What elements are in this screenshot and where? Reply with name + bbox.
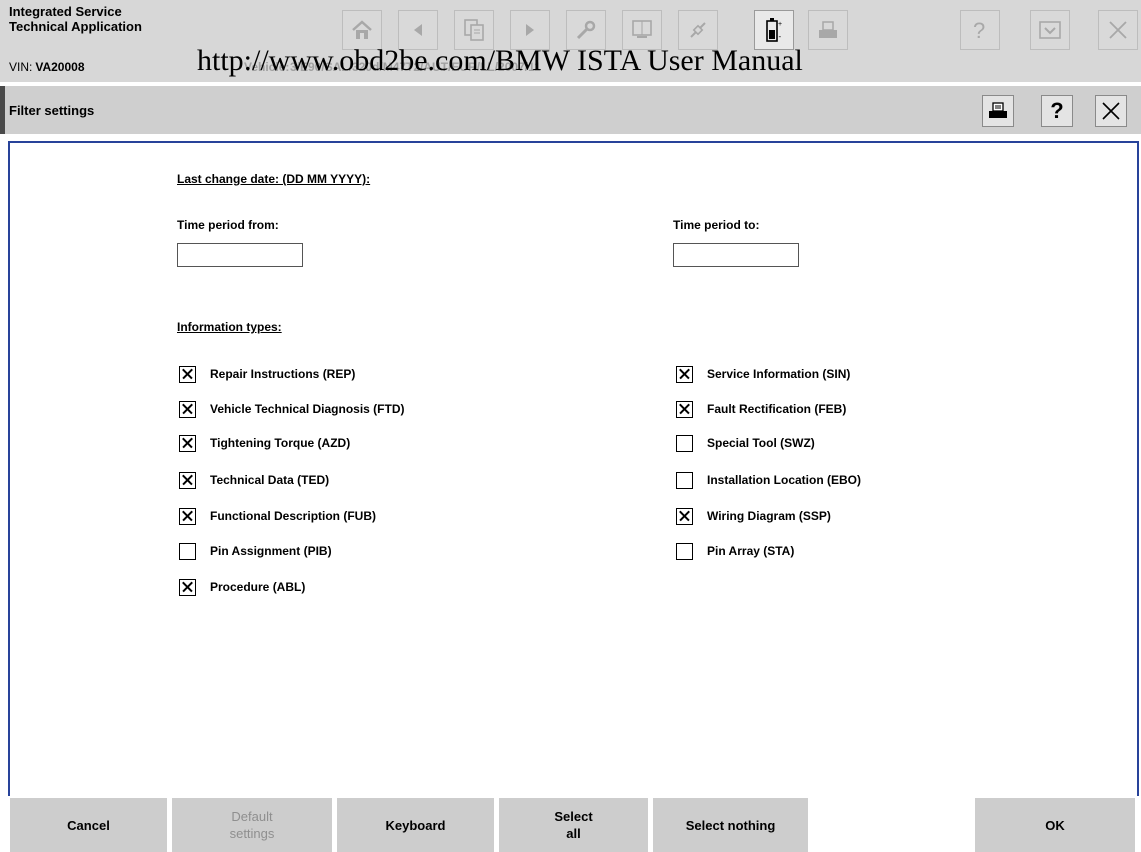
info-types-heading: Information types: <box>177 320 282 334</box>
select-all-button[interactable]: Select all <box>499 798 648 852</box>
battery-icon: +- <box>766 18 782 42</box>
checkbox-label: Special Tool (SWZ) <box>707 436 815 450</box>
checkbox[interactable] <box>179 434 196 452</box>
help-button[interactable]: ? <box>960 10 1000 50</box>
checkbox-label: Installation Location (EBO) <box>707 473 862 487</box>
forward-icon <box>526 24 534 36</box>
checkbox-item-feb[interactable]: Fault Rectification (FEB) <box>676 399 846 419</box>
back-icon <box>414 24 422 36</box>
checkbox[interactable] <box>676 400 693 418</box>
checkbox-label: Procedure (ABL) <box>210 580 306 594</box>
wrench-icon <box>576 20 596 40</box>
checkbox[interactable] <box>179 507 196 525</box>
checkbox-label: Wiring Diagram (SSP) <box>707 509 831 523</box>
minimize-icon <box>1039 21 1061 39</box>
checkbox-item-ted[interactable]: Technical Data (TED) <box>179 470 329 490</box>
svg-text:+: + <box>778 21 782 28</box>
cancel-button-label: Cancel <box>67 817 110 833</box>
select-all-label: Select all <box>554 808 592 842</box>
checkbox[interactable] <box>179 365 196 383</box>
app-title-line1: Integrated Service <box>9 4 122 19</box>
dialog-help-button[interactable]: ? <box>1041 95 1073 127</box>
vin-label: VIN: <box>9 60 33 74</box>
select-nothing-button[interactable]: Select nothing <box>653 798 808 852</box>
cancel-button[interactable]: Cancel <box>10 798 167 852</box>
close-icon <box>1109 21 1127 39</box>
checkbox-label: Pin Assignment (PIB) <box>210 544 332 558</box>
help-icon: ? <box>973 18 985 42</box>
vin-info: VIN: VA20008 <box>9 60 85 74</box>
default-settings-line2: settings <box>229 826 275 841</box>
checkbox-label: Tightening Torque (AZD) <box>210 436 351 450</box>
checkbox-label: Functional Description (FUB) <box>210 509 376 523</box>
checkbox-label: Service Information (SIN) <box>707 367 851 381</box>
checkbox-item-fub[interactable]: Functional Description (FUB) <box>179 506 376 526</box>
checkbox-label: Pin Array (STA) <box>707 544 795 558</box>
checkbox-label: Vehicle Technical Diagnosis (FTD) <box>210 402 405 416</box>
ok-button[interactable]: OK <box>975 798 1135 852</box>
print-icon <box>989 102 1007 118</box>
checkbox-item-ebo[interactable]: Installation Location (EBO) <box>676 470 861 490</box>
time-to-label: Time period to: <box>673 218 760 232</box>
checkbox[interactable] <box>179 400 196 418</box>
checkbox-label: Technical Data (TED) <box>210 473 330 487</box>
minimize-button[interactable] <box>1030 10 1070 50</box>
filter-settings-titlebar: Filter settings ? <box>0 86 1141 134</box>
watermark-text: http://www.obd2be.com/BMW ISTA User Manu… <box>197 44 803 77</box>
app-title-line2: Technical Application <box>9 19 142 34</box>
time-from-label: Time period from: <box>177 218 279 232</box>
keyboard-button[interactable]: Keyboard <box>337 798 494 852</box>
connection-icon <box>690 22 706 38</box>
date-section-heading: Last change date: (DD MM YYYY): <box>177 172 371 186</box>
checkbox[interactable] <box>179 578 196 596</box>
ok-button-label: OK <box>1045 817 1065 833</box>
default-settings-line1: Default <box>231 809 273 824</box>
select-all-line1: Select <box>554 809 593 824</box>
dialog-print-button[interactable] <box>982 95 1014 127</box>
dialog-close-button[interactable] <box>1095 95 1127 127</box>
checkbox[interactable] <box>179 542 196 560</box>
select-all-line2: all <box>566 826 581 841</box>
checkbox-item-rep[interactable]: Repair Instructions (REP) <box>179 364 355 384</box>
footer-button-bar: Cancel Default settings Keyboard Select al… <box>0 798 1141 852</box>
checkbox-item-swz[interactable]: Special Tool (SWZ) <box>676 433 815 453</box>
checkbox-label: Repair Instructions (REP) <box>210 367 356 381</box>
close-icon <box>1102 102 1120 120</box>
checkbox[interactable] <box>676 471 693 489</box>
home-icon <box>352 20 372 39</box>
svg-text:-: - <box>779 32 782 41</box>
checkbox[interactable] <box>676 365 693 383</box>
app-header: Integrated Service Technical Application… <box>0 0 1141 82</box>
time-from-input[interactable] <box>177 243 303 267</box>
checkbox[interactable] <box>676 542 693 560</box>
checkbox-item-ftd[interactable]: Vehicle Technical Diagnosis (FTD) <box>179 399 405 419</box>
checkbox[interactable] <box>179 471 196 489</box>
select-nothing-label: Select nothing <box>685 817 776 833</box>
time-to-input[interactable] <box>673 243 799 267</box>
checkbox[interactable] <box>676 507 693 525</box>
checkbox-item-ssp[interactable]: Wiring Diagram (SSP) <box>676 506 831 526</box>
checkbox-item-azd[interactable]: Tightening Torque (AZD) <box>179 433 350 453</box>
keyboard-button-label: Keyboard <box>385 817 446 833</box>
checkbox-label: Fault Rectification (FEB) <box>707 402 847 416</box>
default-settings-button[interactable]: Default settings <box>172 798 332 852</box>
checkbox-item-abl[interactable]: Procedure (ABL) <box>179 577 305 597</box>
checkbox-item-sta[interactable]: Pin Array (STA) <box>676 541 794 561</box>
checkbox[interactable] <box>676 434 693 452</box>
documents-icon <box>464 19 484 41</box>
print-button[interactable] <box>808 10 848 50</box>
svg-text:?: ? <box>973 18 985 42</box>
app-title: Integrated Service Technical Application <box>9 4 142 34</box>
checkbox-item-sin[interactable]: Service Information (SIN) <box>676 364 850 384</box>
help-icon: ? <box>1050 98 1064 123</box>
filter-content-panel: Last change date: (DD MM YYYY): Time per… <box>8 141 1139 796</box>
measurement-icon <box>632 20 652 38</box>
page-title: Filter settings <box>9 103 95 118</box>
checkbox-item-pib[interactable]: Pin Assignment (PIB) <box>179 541 332 561</box>
print-icon <box>819 21 837 38</box>
vin-value: VA20008 <box>35 60 85 74</box>
default-settings-label: Default settings <box>230 808 275 842</box>
app-close-button[interactable] <box>1098 10 1138 50</box>
